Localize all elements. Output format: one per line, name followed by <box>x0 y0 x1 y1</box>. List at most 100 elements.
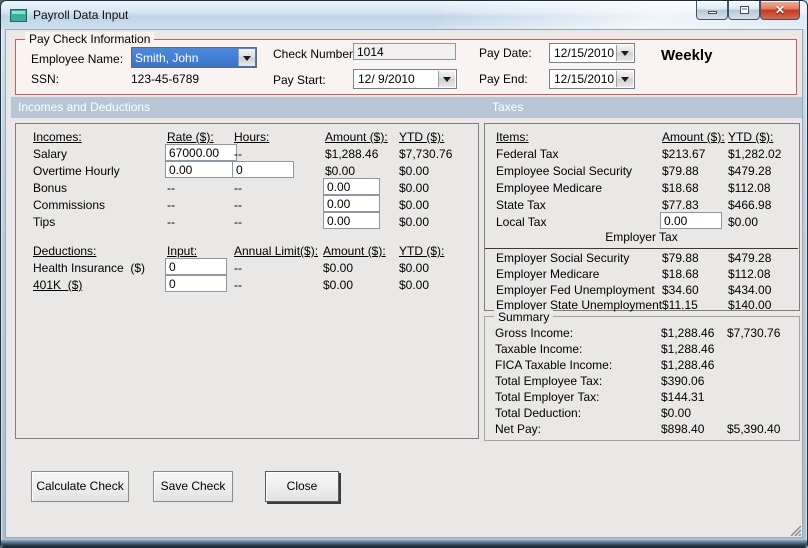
summary-cell: $1,288.46 <box>661 342 715 356</box>
summary-cell: $7,730.76 <box>727 326 781 340</box>
check-number-label: Check Number: <box>273 47 357 61</box>
pay-start-dropdown-button[interactable] <box>438 71 455 87</box>
income-cell: $0.00 <box>399 215 430 229</box>
health-insurance-input[interactable] <box>165 258 227 275</box>
pay-date-label: Pay Date: <box>479 46 532 60</box>
income-cell: -- <box>234 198 242 212</box>
summary-cell: $390.06 <box>661 374 705 388</box>
tax-cell: $213.67 <box>662 147 706 161</box>
salary-rate-input[interactable] <box>165 144 237 161</box>
deduction-cell: $0.00 <box>323 278 354 292</box>
income-cell: -- <box>167 215 175 229</box>
income-cell: -- <box>167 181 175 195</box>
deduction-cell: $0.00 <box>323 261 354 275</box>
pay-start-value: 12/ 9/2010 <box>358 72 415 86</box>
employer-tax-separator: Employer Tax <box>485 230 798 249</box>
pay-end-dropdown-button[interactable] <box>616 71 633 87</box>
window-titlebar[interactable]: Payroll Data Input <box>1 1 807 29</box>
close-icon: ✕ <box>774 3 786 17</box>
summary-row-label: Total Employee Tax: <box>495 374 603 388</box>
summary-cell: $898.40 <box>661 422 705 436</box>
employer-tax-cell: $34.60 <box>662 283 699 297</box>
resize-grip-icon[interactable] <box>788 523 802 537</box>
tax-cell: $479.28 <box>728 164 772 178</box>
overtime-rate-input[interactable] <box>165 161 237 178</box>
summary-cell: $1,288.46 <box>661 326 715 340</box>
overtime-hours-input[interactable] <box>232 161 294 178</box>
pay-start-label: Pay Start: <box>273 73 326 87</box>
incomes-header-name: Incomes: <box>33 130 82 144</box>
close-check-button[interactable]: Close <box>265 471 339 502</box>
pay-date-picker[interactable]: 12/15/2010 <box>549 43 635 63</box>
ssn-label: SSN: <box>31 72 60 86</box>
incomes-header-ytd: YTD ($): <box>399 130 445 144</box>
payroll-window: Payroll Data Input ✕ Pay Check Informati… <box>0 0 808 548</box>
income-row-label: Bonus <box>33 181 68 195</box>
income-cell: $0.00 <box>325 164 356 178</box>
summary-cell: $1,288.46 <box>661 358 715 372</box>
deductions-header-ytd: YTD ($): <box>399 244 445 258</box>
income-cell: $0.00 <box>399 164 430 178</box>
tax-cell: $1,282.02 <box>728 147 782 161</box>
401k-input[interactable] <box>165 275 227 292</box>
summary-cell: $5,390.40 <box>727 422 781 436</box>
deductions-header-input: Input: <box>167 244 198 258</box>
pay-end-label: Pay End: <box>479 72 528 86</box>
summary-cell: $0.00 <box>661 406 692 420</box>
tax-row-label: Local Tax <box>496 215 547 229</box>
save-check-button[interactable]: Save Check <box>153 471 233 502</box>
tax-cell: $112.08 <box>728 181 771 195</box>
incomes-header-hours: Hours: <box>234 130 270 144</box>
window-bottom-frame <box>1 540 807 547</box>
tax-cell: $18.68 <box>662 181 699 195</box>
employer-tax-cell: $79.88 <box>662 251 699 265</box>
employer-tax-cell: $479.28 <box>728 251 772 265</box>
minimize-button[interactable] <box>696 1 728 20</box>
chevron-down-icon <box>621 51 629 56</box>
employer-tax-cell: $140.00 <box>728 298 772 312</box>
income-row-label: Salary <box>33 147 68 161</box>
tax-row-label: Employee Social Security <box>496 164 633 178</box>
incomes-header-amount: Amount ($): <box>325 130 388 144</box>
tax-row-label: Federal Tax <box>496 147 559 161</box>
income-cell: $0.00 <box>399 198 430 212</box>
minimize-icon <box>708 11 717 14</box>
close-button[interactable]: ✕ <box>760 1 800 20</box>
check-number-input[interactable] <box>353 43 456 60</box>
deduction-cell: $0.00 <box>399 278 430 292</box>
employer-tax-cell: $112.08 <box>728 267 771 281</box>
401k-link[interactable]: 401K ($) <box>33 278 82 292</box>
income-row-label: Overtime Hourly <box>33 164 120 178</box>
employer-tax-cell: $11.15 <box>662 298 698 312</box>
pay-date-dropdown-button[interactable] <box>616 45 633 61</box>
ssn-value: 123-45-6789 <box>131 72 200 86</box>
bonus-amount-input[interactable] <box>323 178 380 195</box>
paycheck-info-legend: Pay Check Information <box>25 32 155 46</box>
deduction-row-label: Health Insurance ($) <box>33 261 146 275</box>
section-incomes-deductions-title: Incomes and Deductions <box>18 100 151 114</box>
pay-end-picker[interactable]: 12/15/2010 <box>549 69 635 89</box>
summary-row-label: FICA Taxable Income: <box>495 358 613 372</box>
calculate-check-button[interactable]: Calculate Check <box>31 471 129 502</box>
employee-name-value: Smith, John <box>135 51 199 65</box>
local-tax-input[interactable] <box>660 212 722 229</box>
deduction-cell: $0.00 <box>399 261 430 275</box>
employee-name-select[interactable]: Smith, John <box>131 47 257 68</box>
income-cell: -- <box>234 215 242 229</box>
tax-cell: $466.98 <box>728 198 772 212</box>
income-row-label: Commissions <box>33 198 106 212</box>
commissions-amount-input[interactable] <box>323 195 380 212</box>
tips-amount-input[interactable] <box>323 212 380 229</box>
employee-name-dropdown-button[interactable] <box>238 49 255 66</box>
employer-tax-row-label: Employer Medicare <box>496 267 600 281</box>
tax-cell: $79.88 <box>662 164 699 178</box>
tax-row-label: State Tax <box>496 198 546 212</box>
summary-row-label: Gross Income: <box>495 326 574 340</box>
tax-cell: $77.83 <box>662 198 699 212</box>
chevron-down-icon <box>621 77 629 82</box>
employee-name-label: Employee Name: <box>31 52 124 66</box>
income-cell: -- <box>167 198 175 212</box>
maximize-button[interactable] <box>728 1 760 20</box>
pay-start-picker[interactable]: 12/ 9/2010 <box>353 69 457 89</box>
deductions-header-name: Deductions: <box>33 244 97 258</box>
